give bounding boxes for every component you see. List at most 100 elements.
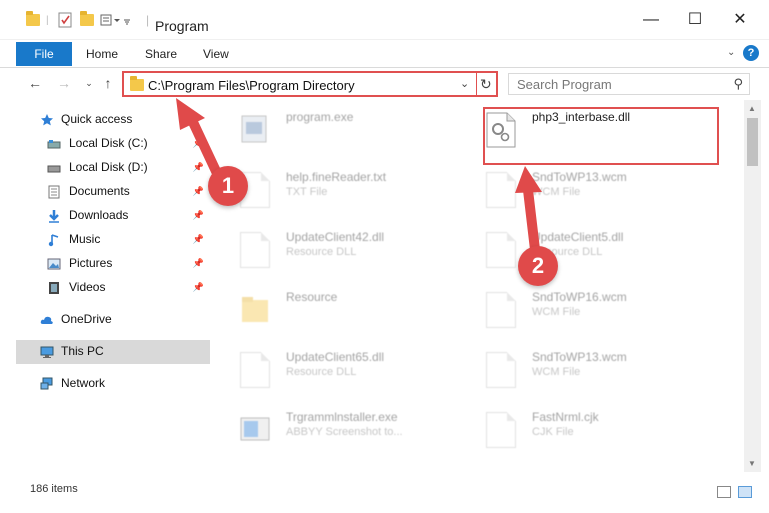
file-type: WCM File: [532, 366, 581, 378]
chevron-down-icon[interactable]: ⌄: [460, 77, 469, 90]
scroll-thumb[interactable]: [747, 118, 758, 166]
sidebar-item-local-disk-c[interactable]: Local Disk (C:) 📌: [16, 132, 210, 156]
tab-view[interactable]: View: [203, 42, 229, 66]
file-type: ABBYY Screenshot to...: [286, 426, 403, 438]
file-item[interactable]: SndToWP13.wcm WCM File: [458, 342, 698, 400]
folder-icon: [240, 292, 270, 328]
properties-icon[interactable]: [58, 12, 72, 28]
file-type: Resource DLL: [286, 246, 357, 258]
status-bar: 186 items: [0, 472, 769, 513]
vertical-scrollbar[interactable]: ▲ ▼: [744, 100, 761, 472]
file-type: WCM File: [532, 186, 581, 198]
sidebar-item-documents[interactable]: Documents 📌: [16, 180, 210, 204]
sidebar-item-label: This PC: [61, 344, 104, 358]
pin-icon: 📌: [192, 282, 204, 292]
pin-icon: 📌: [192, 258, 204, 268]
computer-icon: [40, 346, 54, 358]
tab-share[interactable]: Share: [145, 42, 177, 66]
wcm-file-icon: [486, 352, 516, 388]
tab-file[interactable]: File: [16, 42, 72, 66]
details-view-icon[interactable]: [717, 486, 731, 498]
scroll-up-icon[interactable]: ▲: [748, 104, 756, 113]
installer-icon: [240, 412, 270, 448]
file-name: UpdateClient42.dll: [286, 230, 385, 244]
file-type: TXT File: [286, 186, 328, 198]
separator: [476, 73, 477, 95]
file-type: CJK File: [532, 426, 574, 438]
quick-access-item[interactable]: Quick access: [16, 108, 210, 132]
wcm-file-icon: [486, 172, 516, 208]
drive-icon: [47, 140, 61, 149]
pin-icon: 📌: [192, 234, 204, 244]
address-path[interactable]: C:\Program Files\Program Directory: [148, 78, 355, 93]
file-name: program.exe: [286, 110, 354, 124]
sidebar-item-label: Network: [61, 376, 106, 390]
drive-icon: [47, 165, 61, 173]
large-icons-view-icon[interactable]: [738, 486, 752, 498]
pin-icon: 📌: [192, 162, 204, 172]
file-name: UpdateClient5.dll: [532, 230, 624, 244]
back-icon[interactable]: ←: [26, 74, 44, 92]
search-icon[interactable]: ⚲: [733, 76, 743, 92]
minimize-button[interactable]: —: [636, 10, 666, 30]
file-item[interactable]: program.exe: [212, 102, 452, 160]
file-item[interactable]: Trgrammlnstaller.exe ABBYY Screenshot to…: [212, 402, 452, 460]
quick-access-label: Quick access: [61, 112, 133, 126]
dll-file-icon: [240, 352, 270, 388]
up-icon[interactable]: ↑: [99, 74, 117, 92]
file-item[interactable]: UpdateClient65.dll Resource DLL: [212, 342, 452, 400]
file-item[interactable]: UpdateClient42.dll Resource DLL: [212, 222, 452, 280]
file-type: WCM File: [532, 306, 581, 318]
file-item[interactable]: SndToWP13.wcm WCM File: [458, 162, 698, 220]
item-count: 186 items: [30, 483, 78, 495]
folder-icon: [130, 76, 144, 91]
address-row: ← → ⌄ ↑ C:\Program Files\Program Directo…: [0, 68, 769, 100]
sidebar-item-videos[interactable]: Videos 📌: [16, 276, 210, 300]
tab-home[interactable]: Home: [86, 42, 118, 66]
cjk-file-icon: [486, 412, 516, 448]
new-folder-icon[interactable]: [80, 11, 94, 28]
file-item[interactable]: UpdateClient5.dll Resource DLL: [458, 222, 698, 280]
file-item[interactable]: Resource: [212, 282, 452, 340]
help-icon[interactable]: ?: [743, 45, 759, 61]
file-type: Resource DLL: [286, 366, 357, 378]
sidebar-item-onedrive[interactable]: OneDrive: [16, 308, 210, 332]
pictures-icon: [47, 258, 61, 270]
file-item[interactable]: SndToWP16.wcm WCM File: [458, 282, 698, 340]
documents-icon: [48, 185, 60, 199]
dll-file-icon: [486, 232, 516, 268]
customize-icon[interactable]: [100, 12, 130, 28]
sidebar-item-label: Downloads: [69, 208, 129, 222]
sidebar-item-pictures[interactable]: Pictures 📌: [16, 252, 210, 276]
sidebar-item-label: Pictures: [69, 256, 113, 270]
file-item[interactable]: help.fineReader.txt TXT File: [212, 162, 452, 220]
file-name: SndToWP13.wcm: [532, 170, 627, 184]
wcm-file-icon: [486, 292, 516, 328]
folder-icon: [26, 11, 40, 28]
refresh-icon[interactable]: ↻: [480, 76, 492, 93]
sidebar-item-local-disk-d[interactable]: Local Disk (D:) 📌: [16, 156, 210, 180]
address-bar[interactable]: C:\Program Files\Program Directory ⌄ ↻: [122, 71, 498, 97]
dll-file-icon: [240, 232, 270, 268]
pin-icon: 📌: [192, 186, 204, 196]
close-button[interactable]: ✕: [725, 10, 755, 30]
expand-ribbon-icon[interactable]: ⌄: [727, 48, 737, 58]
sidebar-item-music[interactable]: Music 📌: [16, 228, 210, 252]
search-input[interactable]: Search Program ⚲: [508, 73, 750, 95]
sidebar-item-this-pc[interactable]: This PC: [16, 340, 210, 364]
sidebar-item-label: Videos: [69, 280, 106, 294]
scroll-down-icon[interactable]: ▼: [748, 459, 756, 468]
forward-icon[interactable]: →: [55, 74, 73, 92]
recent-locations-icon[interactable]: ⌄: [80, 74, 98, 92]
sidebar-item-downloads[interactable]: Downloads 📌: [16, 204, 210, 228]
sidebar-item-label: Documents: [69, 184, 130, 198]
file-item[interactable]: FastNrml.cjk CJK File: [458, 402, 698, 460]
file-name: Trgrammlnstaller.exe: [286, 410, 398, 424]
sidebar-item-network[interactable]: Network: [16, 372, 210, 396]
step-badge-1: 1: [208, 166, 248, 206]
music-icon: [48, 234, 59, 247]
separator: |: [146, 13, 150, 27]
download-icon: [49, 210, 59, 223]
navigation-pane: Quick access Local Disk (C:) 📌 Local Dis…: [0, 100, 212, 472]
maximize-button[interactable]: ☐: [680, 10, 710, 30]
